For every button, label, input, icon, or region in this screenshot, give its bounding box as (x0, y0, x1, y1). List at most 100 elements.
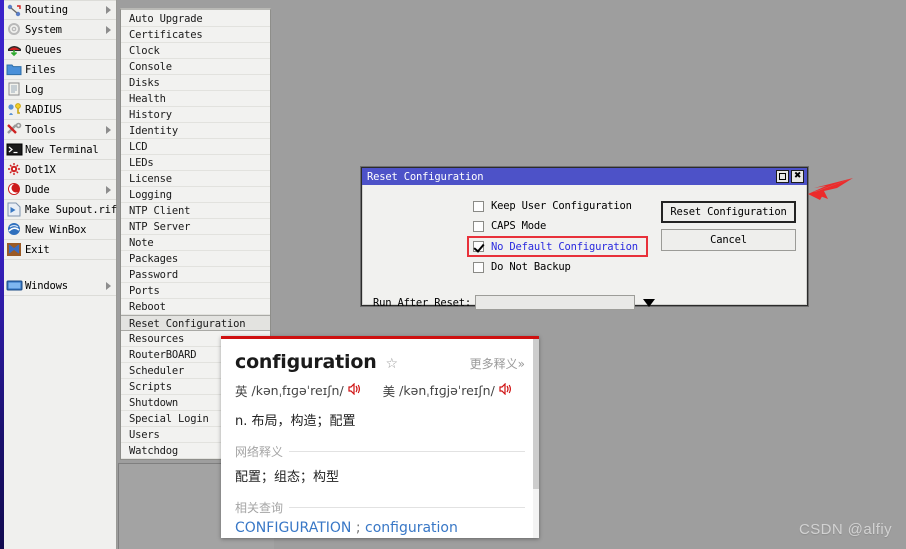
system-submenu-item-reset-configuration[interactable]: Reset Configuration (121, 315, 270, 331)
dictionary-word: configuration (235, 351, 377, 373)
dude-icon (6, 182, 23, 197)
submenu-arrow-icon (106, 125, 111, 134)
uk-ipa: /kənˌfɪɡəˈreɪʃn/ (251, 383, 344, 398)
main-menu-item-label: New Terminal (25, 143, 99, 156)
dot1x-icon (6, 162, 23, 177)
system-submenu-item-license[interactable]: License (121, 171, 270, 187)
main-menu-item-windows[interactable]: Windows (4, 276, 116, 296)
main-menu-item-label: Dude (25, 183, 50, 196)
routing-icon (6, 3, 23, 18)
dialog-action-buttons: Reset Configuration Cancel (661, 201, 796, 257)
related-queries-title: 相关查询 (235, 501, 284, 515)
main-menu-item-log[interactable]: Log (4, 80, 116, 100)
dialog-checkbox-list: Keep User Configuration CAPS Mode No Def… (467, 196, 648, 277)
speaker-icon[interactable] (348, 382, 361, 398)
system-submenu-item-console[interactable]: Console (121, 59, 270, 75)
checkbox-keep-user-configuration[interactable] (473, 200, 484, 212)
checkbox-row-do-not-backup[interactable]: Do Not Backup (473, 257, 648, 277)
chevron-down-icon[interactable] (642, 298, 655, 307)
main-menu-item-tools[interactable]: Tools (4, 120, 116, 140)
system-submenu-item-logging[interactable]: Logging (121, 187, 270, 203)
submenu-arrow-icon (106, 185, 111, 194)
related-link-lowercase[interactable]: configuration (365, 520, 458, 536)
dictionary-popup: configuration ☆ 更多释义» 英 /kənˌfɪɡəˈreɪʃn/… (221, 336, 539, 538)
terminal-icon (6, 142, 23, 157)
main-menu-item-label: Files (25, 63, 56, 76)
main-menu-item-label: Windows (25, 279, 68, 292)
system-submenu-item-ntp-server[interactable]: NTP Server (121, 219, 270, 235)
related-queries-section-header: 相关查询 (235, 499, 525, 516)
main-menu-item-system[interactable]: System (4, 20, 116, 40)
queues-icon (6, 42, 23, 57)
system-submenu-item-ntp-client[interactable]: NTP Client (121, 203, 270, 219)
main-menu-item-label: Log (25, 83, 44, 96)
system-submenu-item-packages[interactable]: Packages (121, 251, 270, 267)
main-menu-item-label: RADIUS (25, 103, 62, 116)
main-menu-item-new-terminal[interactable]: New Terminal (4, 140, 116, 160)
system-submenu-item-note[interactable]: Note (121, 235, 270, 251)
web-meanings-section-header: 网络释义 (235, 443, 525, 460)
us-region-label: 美 (382, 384, 396, 399)
main-menu-item-radius[interactable]: RADIUS (4, 100, 116, 120)
related-queries-links: CONFIGURATION ; configuration (235, 520, 525, 536)
main-menu-item-routing[interactable]: Routing (4, 0, 116, 20)
main-menu-item-label: System (25, 23, 62, 36)
main-menu-item-label: Tools (25, 123, 56, 136)
main-menu-spacer (4, 260, 116, 276)
checkbox-do-not-backup[interactable] (473, 261, 484, 273)
main-menu-item-label: New WinBox (25, 223, 87, 236)
reset-configuration-button[interactable]: Reset Configuration (661, 201, 796, 223)
system-submenu-item-reboot[interactable]: Reboot (121, 299, 270, 315)
main-menu-item-make-supout-rif[interactable]: Make Supout.rif (4, 200, 117, 220)
system-submenu-item-history[interactable]: History (121, 107, 270, 123)
dialog-title-bar[interactable]: Reset Configuration ✖ (362, 168, 807, 185)
run-after-reset-input[interactable] (474, 295, 635, 310)
checkbox-label: CAPS Mode (491, 220, 547, 232)
system-submenu-item-clock[interactable]: Clock (121, 43, 270, 59)
uk-region-label: 英 (235, 384, 248, 399)
log-icon (6, 82, 23, 97)
dialog-window-buttons: ✖ (776, 170, 807, 183)
dialog-title: Reset Configuration (367, 170, 484, 183)
more-definitions-link[interactable]: 更多释义» (470, 355, 525, 372)
cancel-button[interactable]: Cancel (661, 229, 796, 251)
dictionary-definition: n. 布局，构造；配置 (235, 414, 356, 429)
checkbox-no-default-configuration[interactable] (473, 241, 484, 252)
checkbox-row-keep-user-configuration[interactable]: Keep User Configuration (473, 196, 648, 216)
main-menu-item-dude[interactable]: Dude (4, 180, 116, 200)
system-submenu-item-certificates[interactable]: Certificates (121, 27, 270, 43)
system-submenu-item-password[interactable]: Password (121, 267, 270, 283)
main-menu-item-exit[interactable]: Exit (4, 240, 116, 260)
section-divider (289, 451, 525, 452)
section-divider (289, 507, 525, 508)
red-arrow-icon (806, 176, 854, 207)
system-submenu-item-auto-upgrade[interactable]: Auto Upgrade (121, 11, 270, 27)
submenu-arrow-icon (106, 6, 111, 14)
main-menu-item-label: Queues (25, 43, 62, 56)
star-outline-icon[interactable]: ☆ (386, 356, 399, 372)
tools-icon (6, 122, 23, 137)
winbox-main-menu[interactable]: Routing System Queues Files Log RADIUS Tools Ne… (4, 0, 117, 549)
checkbox-row-no-default-configuration[interactable]: No Default Configuration (467, 236, 648, 257)
close-icon[interactable]: ✖ (791, 170, 804, 183)
checkbox-caps-mode[interactable] (473, 220, 484, 232)
system-submenu-item-disks[interactable]: Disks (121, 75, 270, 91)
system-submenu-item-lcd[interactable]: LCD (121, 139, 270, 155)
screen-root: Routing System Queues Files Log RADIUS Tools Ne… (0, 0, 906, 549)
checkbox-row-caps-mode[interactable]: CAPS Mode (473, 216, 648, 236)
system-submenu-item-health[interactable]: Health (121, 91, 270, 107)
dictionary-scrollbar[interactable] (533, 339, 539, 538)
maximize-icon[interactable] (776, 170, 789, 183)
system-gear-icon (6, 22, 23, 37)
related-link-uppercase[interactable]: CONFIGURATION (235, 520, 351, 536)
main-menu-item-new-winbox[interactable]: New WinBox (4, 220, 116, 240)
dictionary-scroll-thumb[interactable] (533, 339, 539, 489)
web-meanings-body: 配置；组态；构型 (235, 470, 340, 485)
speaker-icon[interactable] (499, 382, 512, 398)
main-menu-item-files[interactable]: Files (4, 60, 116, 80)
system-submenu-item-leds[interactable]: LEDs (121, 155, 270, 171)
main-menu-item-dot1x[interactable]: Dot1X (4, 160, 116, 180)
system-submenu-item-identity[interactable]: Identity (121, 123, 270, 139)
system-submenu-item-ports[interactable]: Ports (121, 283, 270, 299)
main-menu-item-queues[interactable]: Queues (4, 40, 116, 60)
